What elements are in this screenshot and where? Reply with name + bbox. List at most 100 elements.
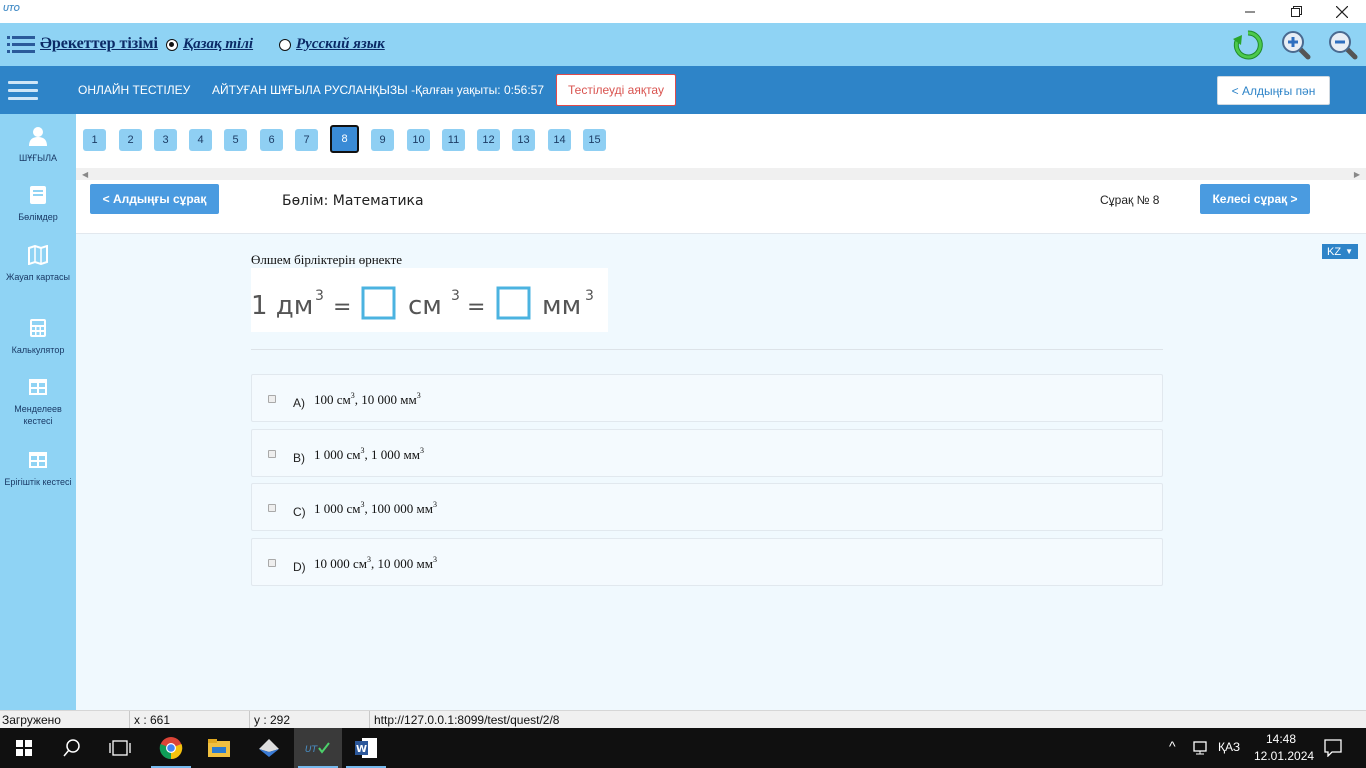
minimize-button[interactable] xyxy=(1227,0,1273,23)
question-number-button[interactable]: 1 xyxy=(83,129,106,151)
search-icon xyxy=(63,739,80,757)
restore-button[interactable] xyxy=(1273,0,1319,23)
formula-eq-1: = xyxy=(333,295,351,320)
word-icon: W xyxy=(355,738,377,758)
user-icon xyxy=(29,127,47,146)
start-button[interactable] xyxy=(0,728,48,768)
status-state: Загружено xyxy=(2,713,61,727)
notification-icon[interactable] xyxy=(1324,739,1342,757)
task-view-button[interactable] xyxy=(96,728,144,768)
search-button[interactable] xyxy=(48,728,96,768)
answer-option-a[interactable]: A) 100 см3, 10 000 мм3 xyxy=(251,374,1163,422)
taskbar-testing-app[interactable]: UT xyxy=(294,728,342,768)
online-test-label: ОНЛАЙН ТЕСТІЛЕУ xyxy=(78,83,191,97)
windows-start-icon xyxy=(16,740,32,756)
question-number-button[interactable]: 9 xyxy=(371,129,394,151)
formula-exp-2: 3 xyxy=(451,288,460,304)
sidebar-item-mendeleev[interactable]: Менделеев кестесі xyxy=(0,377,76,427)
lang-ru-label: Русский язык xyxy=(296,36,385,52)
task-view-icon xyxy=(109,740,131,756)
option-letter: C) xyxy=(293,505,306,519)
formula-exp-3: 3 xyxy=(585,288,594,304)
tray-chevron-icon[interactable]: ^ xyxy=(1169,738,1176,754)
lang-kz-radio[interactable]: Қазақ тілі xyxy=(166,36,253,53)
question-number-button-active[interactable]: 8 xyxy=(330,125,359,153)
sidebar: ШҰҒЫЛА Бөлімдер Жауап картасы Калькулято… xyxy=(0,114,76,710)
question-number-button[interactable]: 6 xyxy=(260,129,283,151)
refresh-icon[interactable] xyxy=(1232,29,1264,61)
answer-option-c[interactable]: C) 1 000 см3, 100 000 мм3 xyxy=(251,483,1163,531)
finish-test-button[interactable]: Тестілеуді аяқтау xyxy=(556,74,676,106)
question-number-button[interactable]: 13 xyxy=(512,129,535,151)
sidebar-item-label: Ерігіштік кестесі xyxy=(4,477,72,487)
checkbox-icon[interactable] xyxy=(268,559,276,567)
horizontal-scrollbar[interactable]: ◀ ▶ xyxy=(76,168,1366,180)
action-list-link[interactable]: Әрекеттер тізімі xyxy=(40,35,158,53)
question-number-button[interactable]: 10 xyxy=(407,129,430,151)
question-number-button[interactable]: 5 xyxy=(224,129,247,151)
action-list-icon[interactable] xyxy=(7,35,35,55)
question-number-button[interactable]: 15 xyxy=(583,129,606,151)
scroll-left-icon[interactable]: ◀ xyxy=(82,170,88,179)
minimize-icon xyxy=(1245,11,1255,12)
sidebar-item-answer-map[interactable]: Жауап картасы xyxy=(0,245,76,283)
question-number-button[interactable]: 2 xyxy=(119,129,142,151)
checkbox-icon[interactable] xyxy=(268,504,276,512)
formula-mid: см xyxy=(408,291,442,321)
taskbar-explorer[interactable] xyxy=(195,728,243,768)
app-logo: UTO xyxy=(3,4,20,13)
status-url: http://127.0.0.1:8099/test/quest/2/8 xyxy=(374,713,560,727)
sidebar-item-sections[interactable]: Бөлімдер xyxy=(0,185,76,223)
question-number-button[interactable]: 12 xyxy=(477,129,500,151)
question-number-button[interactable]: 11 xyxy=(442,129,465,151)
status-x: x : 661 xyxy=(134,713,171,727)
answer-option-d[interactable]: D) 10 000 см3, 10 000 мм3 xyxy=(251,538,1163,586)
question-number-button[interactable]: 4 xyxy=(189,129,212,151)
keyboard-language[interactable]: ҚАЗ xyxy=(1218,740,1240,754)
formula-exp-1: 3 xyxy=(315,288,324,304)
next-question-button[interactable]: Келесі сұрақ > xyxy=(1200,184,1310,214)
close-button[interactable] xyxy=(1319,0,1365,23)
answer-option-b[interactable]: B) 1 000 см3, 1 000 мм3 xyxy=(251,429,1163,477)
prev-subject-button[interactable]: < Алдыңғы пән xyxy=(1217,76,1330,105)
lang-ru-radio[interactable]: Русский язык xyxy=(279,36,385,53)
question-number-button[interactable]: 7 xyxy=(295,129,318,151)
question-formula-image: 1 дм 3 = см 3 = мм 3 xyxy=(251,268,608,332)
option-letter: D) xyxy=(293,560,306,574)
prev-question-button[interactable]: < Алдыңғы сұрақ xyxy=(90,184,219,214)
network-icon[interactable] xyxy=(1192,740,1208,756)
taskbar-app[interactable] xyxy=(245,728,293,768)
table-icon xyxy=(29,379,47,395)
zoom-out-icon[interactable] xyxy=(1327,29,1359,61)
checkbox-icon[interactable] xyxy=(268,450,276,458)
sidebar-item-label: Жауап картасы xyxy=(5,272,71,282)
formula-svg: 1 дм 3 = см 3 = мм 3 xyxy=(251,286,594,321)
option-text: 10 000 см3, 10 000 мм3 xyxy=(314,555,437,572)
sidebar-item-label: Бөлімдер xyxy=(18,212,58,222)
clock-time[interactable]: 14:48 xyxy=(1266,732,1296,746)
taskbar-word[interactable]: W xyxy=(342,728,390,768)
question-text: Өлшем бірліктерін өрнекте xyxy=(251,252,403,267)
sidebar-item-solubility[interactable]: Ерігіштік кестесі xyxy=(0,450,76,488)
question-number-button[interactable]: 3 xyxy=(154,129,177,151)
clock-date[interactable]: 12.01.2024 xyxy=(1254,749,1314,763)
lang-kz-label: Қазақ тілі xyxy=(183,36,254,52)
student-timer: АЙТУҒАН ШҰҒЫЛА РУСЛАНҚЫЗЫ -Қалған уақыты… xyxy=(212,83,544,97)
sidebar-item-profile[interactable]: ШҰҒЫЛА xyxy=(0,126,76,164)
menu-icon[interactable] xyxy=(8,81,38,100)
taskbar-chrome[interactable] xyxy=(147,728,195,768)
checkbox-icon[interactable] xyxy=(268,395,276,403)
close-icon xyxy=(1336,5,1348,18)
answer-box-2 xyxy=(496,286,531,320)
sidebar-item-calculator[interactable]: Калькулятор xyxy=(0,318,76,356)
language-dropdown[interactable]: KZ ▼ xyxy=(1322,244,1358,259)
zoom-in-icon[interactable] xyxy=(1280,29,1312,61)
table-icon xyxy=(29,452,47,468)
sidebar-item-label: Калькулятор xyxy=(11,345,65,355)
formula-eq-2: = xyxy=(467,295,485,320)
question-number-button[interactable]: 14 xyxy=(548,129,571,151)
chrome-icon xyxy=(159,737,183,760)
option-letter: B) xyxy=(293,451,305,465)
scroll-right-icon[interactable]: ▶ xyxy=(1354,170,1360,179)
formula-left: 1 дм xyxy=(251,291,313,321)
